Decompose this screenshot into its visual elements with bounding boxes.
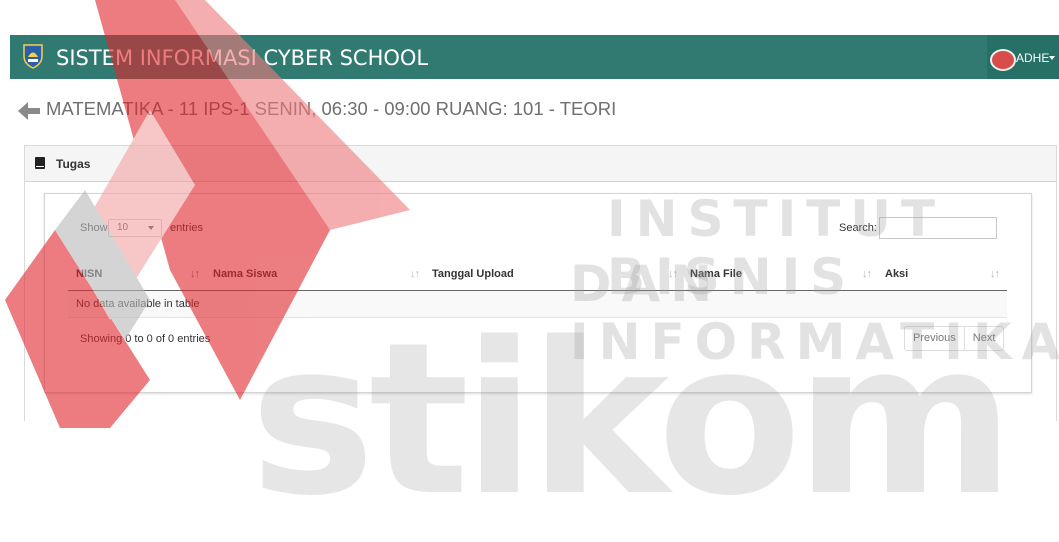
book-icon (35, 157, 45, 169)
sort-icon[interactable]: ↓↑ (862, 268, 872, 280)
panel-heading: Tugas (24, 145, 1057, 182)
chevron-down-icon (148, 226, 154, 230)
column-header-tanggal-upload[interactable]: Tanggal Upload (432, 268, 514, 280)
top-navbar: SISTEM INFORMASI CYBER SCHOOL ADHE (10, 35, 1059, 79)
show-label: Show (80, 222, 108, 234)
column-header-nama-file[interactable]: Nama File (690, 268, 742, 280)
previous-button[interactable]: Previous (905, 327, 965, 350)
app-title[interactable]: SISTEM INFORMASI CYBER SCHOOL (56, 35, 428, 79)
search-input[interactable] (879, 217, 997, 239)
user-menu[interactable]: ADHE (987, 35, 1059, 79)
arrow-left-icon[interactable] (16, 100, 42, 122)
sort-asc-icon[interactable]: ↓↑ (190, 268, 200, 280)
page-title: MATEMATIKA - 11 IPS-1 SENIN, 06:30 - 09:… (46, 98, 617, 119)
avatar (990, 49, 1016, 71)
search-label: Search: (839, 222, 877, 234)
table-row: No data available in table (68, 291, 1007, 318)
page-length-select[interactable]: 10 (108, 219, 162, 237)
user-name: ADHE (1016, 51, 1050, 65)
next-button[interactable]: Next (965, 327, 1004, 350)
column-header-nisn[interactable]: NISN (76, 268, 102, 280)
column-header-nama-siswa[interactable]: Nama Siswa (213, 268, 277, 280)
panel-title: Tugas (56, 157, 91, 171)
column-header-aksi[interactable]: Aksi (885, 268, 908, 280)
sort-icon[interactable]: ↓↑ (410, 268, 420, 280)
entries-label: entries (170, 222, 204, 234)
school-logo-icon (23, 44, 43, 69)
table-info: Showing 0 to 0 of 0 entries (80, 333, 211, 345)
chevron-down-icon (1049, 56, 1055, 60)
sort-icon[interactable]: ↓↑ (990, 268, 1000, 280)
page-length-value: 10 (117, 222, 129, 233)
pagination: Previous Next (904, 326, 1005, 351)
sort-icon[interactable]: ↓↑ (668, 268, 678, 280)
empty-table-message: No data available in table (76, 298, 200, 310)
